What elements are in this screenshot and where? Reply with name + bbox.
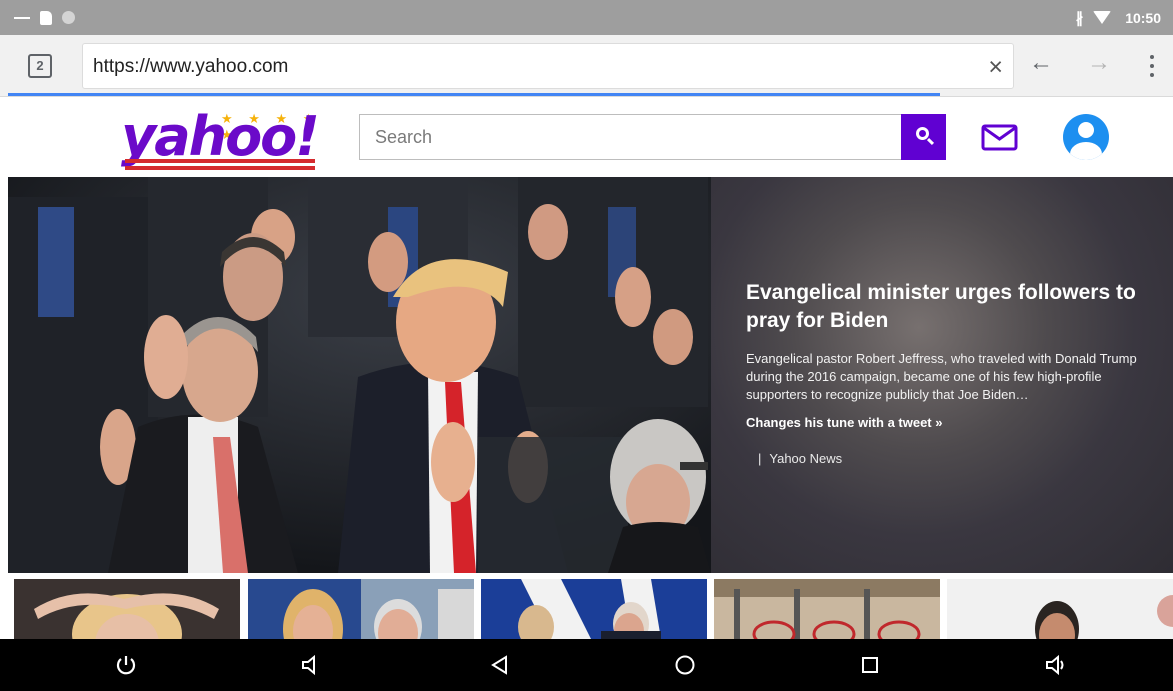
hero-headline[interactable]: Evangelical minister urges followers to … <box>746 279 1156 335</box>
url-text[interactable]: https://www.yahoo.com <box>93 44 288 90</box>
android-navigation-bar <box>0 639 1173 691</box>
yahoo-logo[interactable]: ★ ★ ★ ★ ★ yahoo! <box>121 105 343 171</box>
thumbnail-4[interactable] <box>714 579 940 639</box>
logo-stripe <box>125 159 315 163</box>
home-circle-icon[interactable] <box>665 639 705 691</box>
minimize-dash-icon <box>14 16 30 19</box>
status-time: 10:50 <box>1125 9 1161 26</box>
clear-url-button[interactable]: × <box>988 44 1003 90</box>
recents-square-icon[interactable] <box>850 639 890 691</box>
thumbnail-1[interactable] <box>14 579 240 639</box>
hero-photo[interactable] <box>8 177 711 573</box>
status-bar: ∦ 10:50 <box>0 0 1173 35</box>
url-field[interactable]: https://www.yahoo.com × <box>82 43 1014 89</box>
thumbnail-5[interactable] <box>947 579 1173 639</box>
mail-icon[interactable] <box>981 124 1018 151</box>
search-button[interactable] <box>901 114 946 160</box>
power-icon[interactable] <box>106 639 146 691</box>
page-load-progress-bar <box>8 93 940 96</box>
thumbnail-2[interactable] <box>248 579 474 639</box>
search-box <box>359 114 901 160</box>
tab-switcher-button[interactable]: 2 <box>28 54 52 78</box>
forward-button[interactable]: → <box>1087 49 1111 77</box>
volume-up-icon[interactable] <box>1036 639 1076 691</box>
back-triangle-icon[interactable] <box>480 639 520 691</box>
volume-down-icon[interactable] <box>290 639 330 691</box>
hero-source: | Yahoo News <box>758 451 842 466</box>
hero-text-panel[interactable]: Evangelical minister urges followers to … <box>711 177 1173 573</box>
overflow-menu-button[interactable] <box>1150 55 1154 77</box>
bluetooth-icon: ∦ <box>1075 9 1084 27</box>
source-separator: | <box>758 451 762 466</box>
browser-toolbar: 2 https://www.yahoo.com × ← → <box>0 35 1173 97</box>
account-avatar-icon[interactable] <box>1063 114 1109 160</box>
circle-dot-icon <box>62 11 75 24</box>
hero-more-link[interactable]: Changes his tune with a tweet » <box>746 415 942 430</box>
story-thumbnails <box>0 573 1173 639</box>
thumbnail-3[interactable] <box>481 579 707 639</box>
wifi-icon <box>1093 11 1112 24</box>
back-button[interactable]: ← <box>1029 49 1053 77</box>
hero-summary: Evangelical pastor Robert Jeffress, who … <box>746 351 1137 402</box>
source-name: Yahoo News <box>769 451 843 466</box>
logo-stripe <box>125 166 315 170</box>
hero-story[interactable]: Evangelical minister urges followers to … <box>8 177 1173 573</box>
search-input[interactable] <box>360 115 901 159</box>
yahoo-header: ★ ★ ★ ★ ★ yahoo! <box>0 97 1173 177</box>
sd-card-icon <box>40 10 52 25</box>
